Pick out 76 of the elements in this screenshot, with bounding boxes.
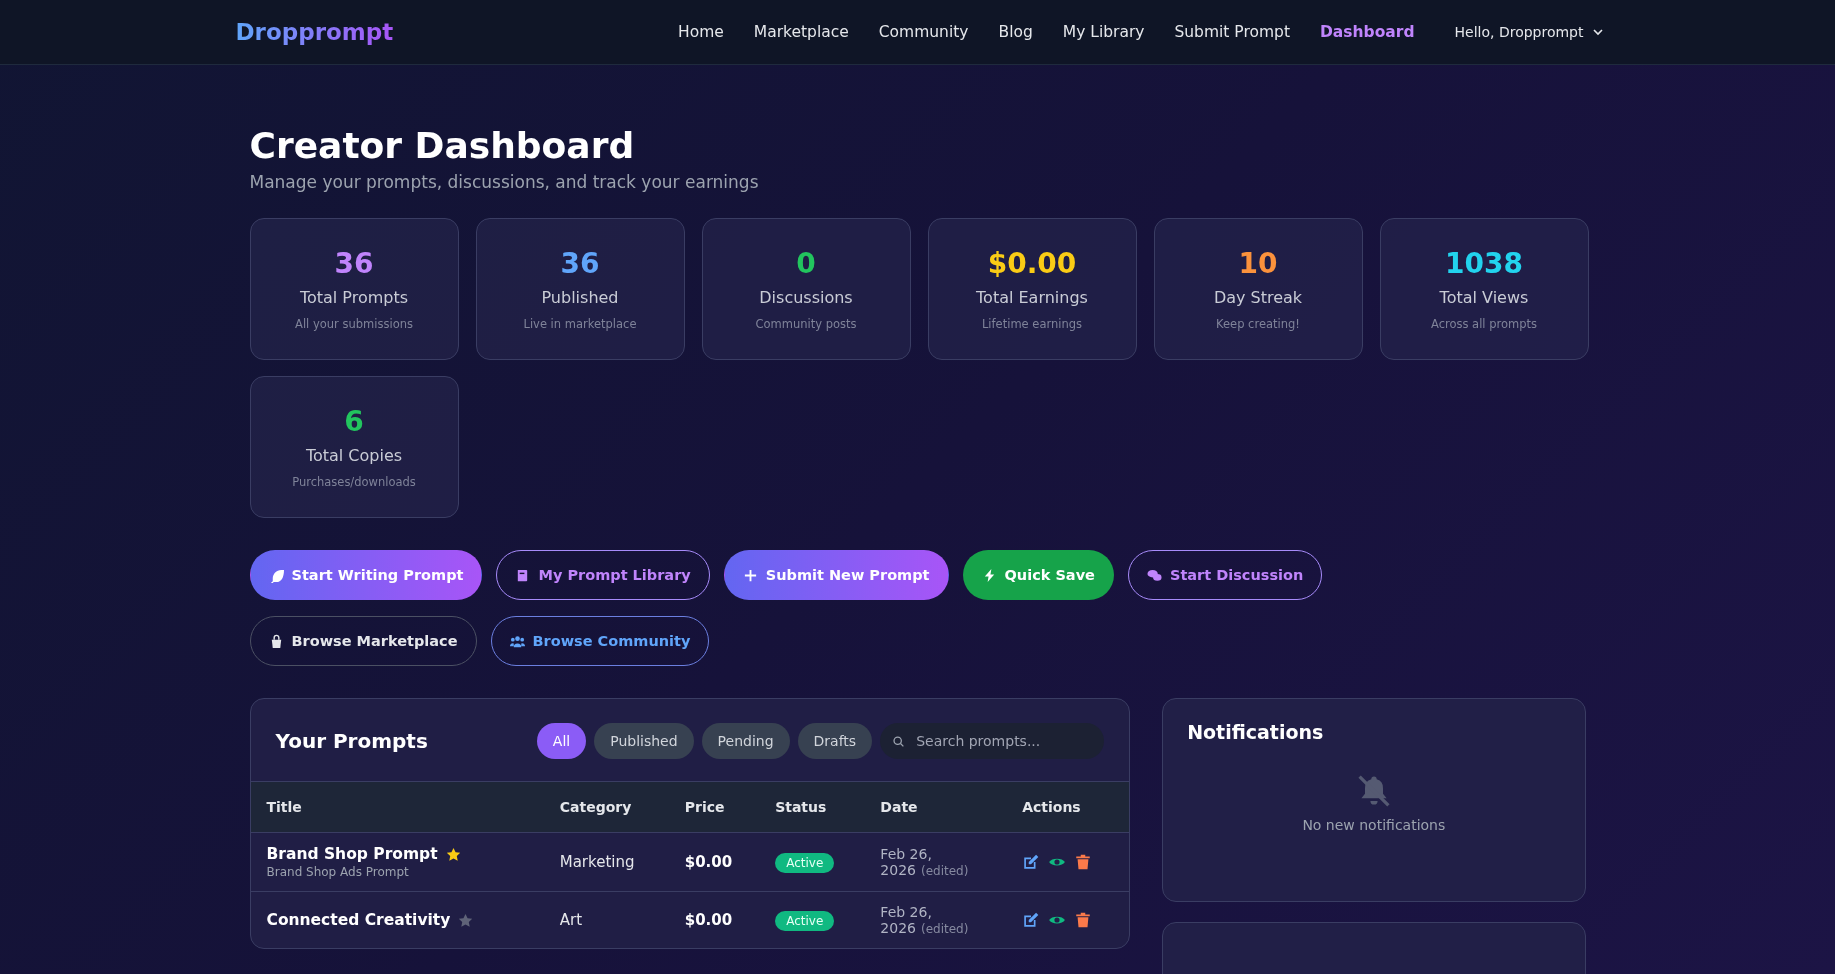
delete-button[interactable] bbox=[1074, 853, 1093, 871]
page-subtitle: Manage your prompts, discussions, and track your earnings bbox=[249, 172, 760, 192]
filter-chip[interactable]: Pending bbox=[701, 723, 790, 759]
stat-label: Total Views bbox=[1439, 288, 1529, 307]
stat-value: 36 bbox=[334, 247, 374, 280]
stat-value: $0.00 bbox=[987, 247, 1077, 280]
users-icon bbox=[509, 633, 525, 649]
stat-value: 36 bbox=[560, 247, 600, 280]
prompt-title: Brand Shop Prompt bbox=[266, 845, 438, 863]
date-text: Feb 26, bbox=[880, 904, 933, 920]
prompt-subtitle: Brand Shop Ads Prompt bbox=[266, 865, 410, 879]
stat-label: Total Prompts bbox=[299, 288, 409, 307]
trash-icon bbox=[1074, 853, 1093, 871]
stat-label: Total Earnings bbox=[976, 288, 1088, 307]
nav-link[interactable]: Dashboard bbox=[1320, 23, 1415, 41]
edited-note: (edited) bbox=[921, 864, 969, 878]
column-header: Category bbox=[547, 781, 673, 833]
stat-note: Purchases/downloads bbox=[292, 475, 416, 489]
delete-button[interactable] bbox=[1074, 911, 1093, 929]
edit-button[interactable] bbox=[1022, 853, 1041, 871]
page-title: Creator Dashboard bbox=[249, 125, 636, 166]
search-field[interactable]: Search prompts... bbox=[880, 723, 1105, 759]
edit-icon bbox=[1022, 911, 1041, 929]
date-text: Feb 26, bbox=[880, 846, 933, 862]
nav-link[interactable]: My Library bbox=[1062, 23, 1145, 41]
nav-link[interactable]: Blog bbox=[998, 23, 1033, 41]
column-header: Status bbox=[763, 781, 869, 833]
stat-value: 0 bbox=[796, 247, 816, 280]
status-badge: Active bbox=[775, 911, 835, 931]
edit-button[interactable] bbox=[1022, 911, 1041, 929]
price-text: $0.00 bbox=[684, 853, 733, 871]
action-button[interactable]: Start Writing Prompt bbox=[249, 550, 483, 600]
chat-bubbles-icon bbox=[1146, 567, 1162, 583]
empty-message: No new notifications bbox=[1302, 817, 1446, 833]
stat-label: Discussions bbox=[759, 288, 853, 307]
price-text: $0.00 bbox=[684, 911, 733, 929]
plus-icon bbox=[742, 567, 758, 583]
stat-value: 1038 bbox=[1445, 247, 1523, 280]
stat-note: All your submissions bbox=[295, 317, 413, 331]
stat-label: Total Copies bbox=[305, 446, 403, 465]
nav-link[interactable]: Community bbox=[878, 23, 969, 41]
stat-note: Community posts bbox=[755, 317, 857, 331]
stat-note: Live in marketplace bbox=[523, 317, 637, 331]
column-header: Actions bbox=[1010, 781, 1130, 833]
column-header: Title bbox=[250, 781, 548, 833]
stat-note: Keep creating! bbox=[1216, 317, 1300, 331]
action-button[interactable]: My Prompt Library bbox=[496, 550, 710, 600]
category-text: Marketing bbox=[559, 853, 635, 871]
edited-note: (edited) bbox=[921, 922, 969, 936]
nav-link[interactable]: Marketplace bbox=[753, 23, 849, 41]
panel-title: Notifications bbox=[1187, 721, 1324, 743]
nav-link[interactable]: Home bbox=[678, 23, 724, 41]
filter-chip[interactable]: Drafts bbox=[797, 723, 873, 759]
edit-icon bbox=[1022, 853, 1041, 871]
feather-icon bbox=[268, 567, 284, 583]
column-header: Date bbox=[868, 781, 1011, 833]
filter-chip[interactable]: All bbox=[536, 723, 587, 759]
stat-note: Lifetime earnings bbox=[981, 317, 1083, 331]
filter-chip[interactable]: Published bbox=[594, 723, 694, 759]
trash-icon bbox=[1074, 911, 1093, 929]
stat-value: 6 bbox=[344, 405, 364, 438]
action-button[interactable]: Submit New Prompt bbox=[723, 550, 949, 600]
stat-value: 10 bbox=[1238, 247, 1278, 280]
status-badge: Active bbox=[775, 853, 835, 873]
panel-title: Your Prompts bbox=[275, 729, 428, 753]
date-text: 2026 bbox=[880, 920, 916, 936]
chevron-down-icon bbox=[1591, 26, 1604, 38]
user-menu[interactable]: Hello, Dropprompt bbox=[1454, 24, 1604, 40]
date-text: 2026 bbox=[880, 862, 916, 878]
prompt-title: Connected Creativity bbox=[266, 911, 451, 929]
stat-note: Across all prompts bbox=[1430, 317, 1537, 331]
column-header: Price bbox=[672, 781, 764, 833]
stat-label: Day Streak bbox=[1213, 288, 1303, 307]
nav-link[interactable]: Submit Prompt bbox=[1174, 23, 1290, 41]
stat-label: Published bbox=[541, 288, 619, 307]
category-text: Art bbox=[559, 911, 583, 929]
